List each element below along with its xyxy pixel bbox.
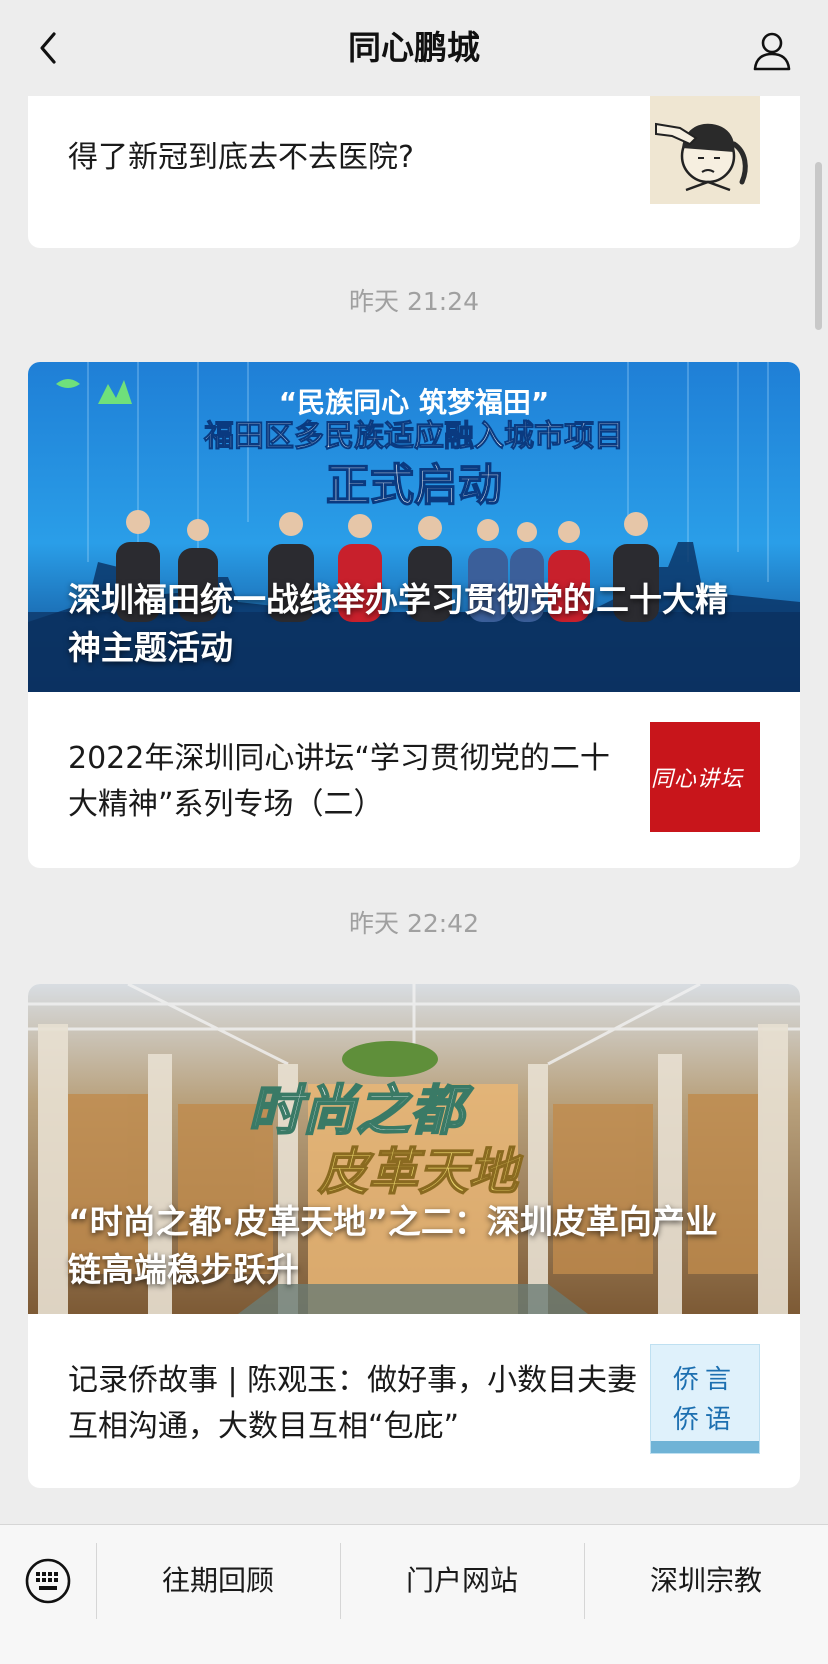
article-card[interactable]: 得了新冠到底去不去医院? bbox=[28, 96, 800, 248]
hero-article[interactable]: “民族同心 筑梦福田” 福田区多民族适应融入城市项目 正式启动 深圳福田统一战线… bbox=[28, 362, 800, 692]
article-thumbnail[interactable]: 侨言 侨语 bbox=[650, 1344, 760, 1454]
menu-item-past-review[interactable]: 往期回顾 bbox=[96, 1541, 340, 1617]
article-card[interactable]: “民族同心 筑梦福田” 福田区多民族适应融入城市项目 正式启动 深圳福田统一战线… bbox=[28, 362, 800, 868]
article-title[interactable]: 记录侨故事 | 陈观玉：做好事，小数目夫妻互相沟通，大数目互相“包庇” bbox=[68, 1314, 638, 1488]
scrollbar[interactable] bbox=[815, 162, 822, 330]
thumbnail-text: 侨语 bbox=[672, 1405, 737, 1435]
timestamp: 昨天 22:42 bbox=[349, 909, 479, 938]
article-row[interactable]: 记录侨故事 | 陈观玉：做好事，小数目夫妻互相沟通，大数目互相“包庇” 侨言 侨… bbox=[28, 1314, 800, 1488]
keyboard-icon[interactable] bbox=[24, 1557, 72, 1605]
thumbnail-text: 同心讲坛 bbox=[650, 767, 743, 792]
article-card[interactable]: 时尚之都 皮革天地 “时尚之都·皮革天地”之二：深圳皮革向产业链高端稳步跃升 记… bbox=[28, 984, 800, 1488]
banner-line: 时尚之都 bbox=[248, 1079, 474, 1142]
top-nav-bar: 同心鹏城 bbox=[0, 0, 828, 96]
hero-title[interactable]: 深圳福田统一战线举办学习贯彻党的二十大精神主题活动 bbox=[68, 576, 740, 672]
banner-line: “民族同心 筑梦福田” bbox=[279, 386, 550, 419]
hero-title[interactable]: “时尚之都·皮革天地”之二：深圳皮革向产业链高端稳步跃升 bbox=[68, 1198, 740, 1294]
banner-line: 皮革天地 bbox=[317, 1143, 524, 1201]
banner-line: 正式启动 bbox=[326, 460, 502, 511]
article-thumbnail[interactable]: 同心讲坛 bbox=[650, 722, 760, 832]
article-title[interactable]: 2022年深圳同心讲坛“学习贯彻党的二十大精神”系列专场（二） bbox=[68, 692, 638, 868]
thumbnail-text: 侨言 bbox=[672, 1365, 737, 1395]
message-feed[interactable]: 得了新冠到底去不去医院? 昨天 21:24 “民族同心 筑梦福田” 福田区多民族… bbox=[0, 96, 828, 1524]
banner-line: 福田区多民族适应融入城市项目 bbox=[203, 419, 624, 454]
article-row[interactable]: 得了新冠到底去不去医院? bbox=[28, 96, 800, 248]
article-row[interactable]: 2022年深圳同心讲坛“学习贯彻党的二十大精神”系列专场（二） 同心讲坛 bbox=[28, 692, 800, 868]
sick-person-illustration bbox=[650, 96, 760, 204]
hero-article[interactable]: 时尚之都 皮革天地 “时尚之都·皮革天地”之二：深圳皮革向产业链高端稳步跃升 bbox=[28, 984, 800, 1314]
article-title[interactable]: 得了新冠到底去不去医院? bbox=[68, 96, 638, 238]
page-title: 同心鹏城 bbox=[348, 28, 480, 67]
menu-item-portal-site[interactable]: 门户网站 bbox=[340, 1541, 584, 1617]
timestamp: 昨天 21:24 bbox=[349, 287, 479, 316]
bottom-menu-bar: 往期回顾 门户网站 深圳宗教 bbox=[0, 1524, 828, 1664]
person-icon[interactable] bbox=[750, 28, 794, 72]
menu-item-shenzhen-religion[interactable]: 深圳宗教 bbox=[584, 1541, 828, 1617]
article-thumbnail[interactable] bbox=[650, 96, 760, 204]
thumbnail-skyline bbox=[651, 1441, 759, 1453]
